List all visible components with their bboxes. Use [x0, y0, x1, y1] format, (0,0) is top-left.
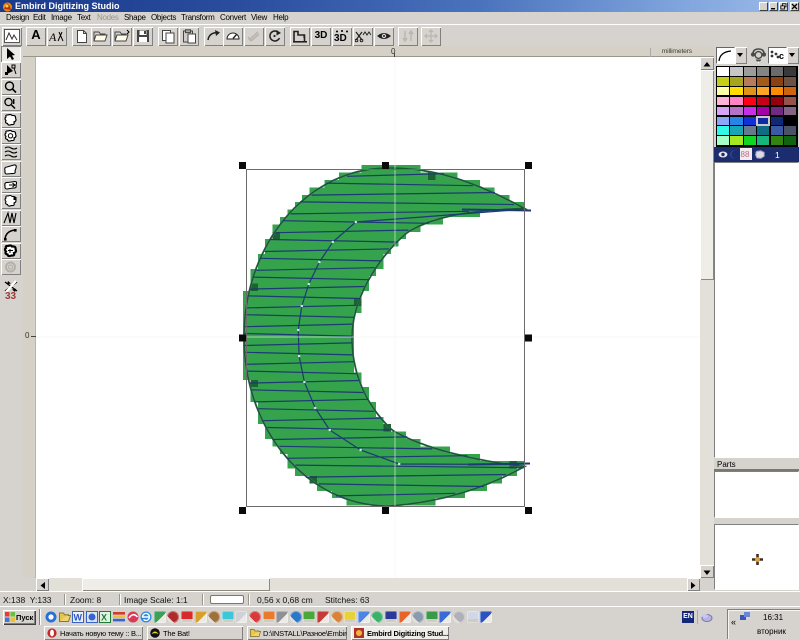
svg-text:X: X — [101, 613, 107, 623]
svg-text:88: 88 — [741, 150, 750, 159]
svg-text:3D: 3D — [334, 33, 347, 43]
svg-text:c: c — [779, 51, 784, 61]
svg-text:A: A — [49, 30, 57, 44]
svg-text:W: W — [74, 613, 83, 623]
